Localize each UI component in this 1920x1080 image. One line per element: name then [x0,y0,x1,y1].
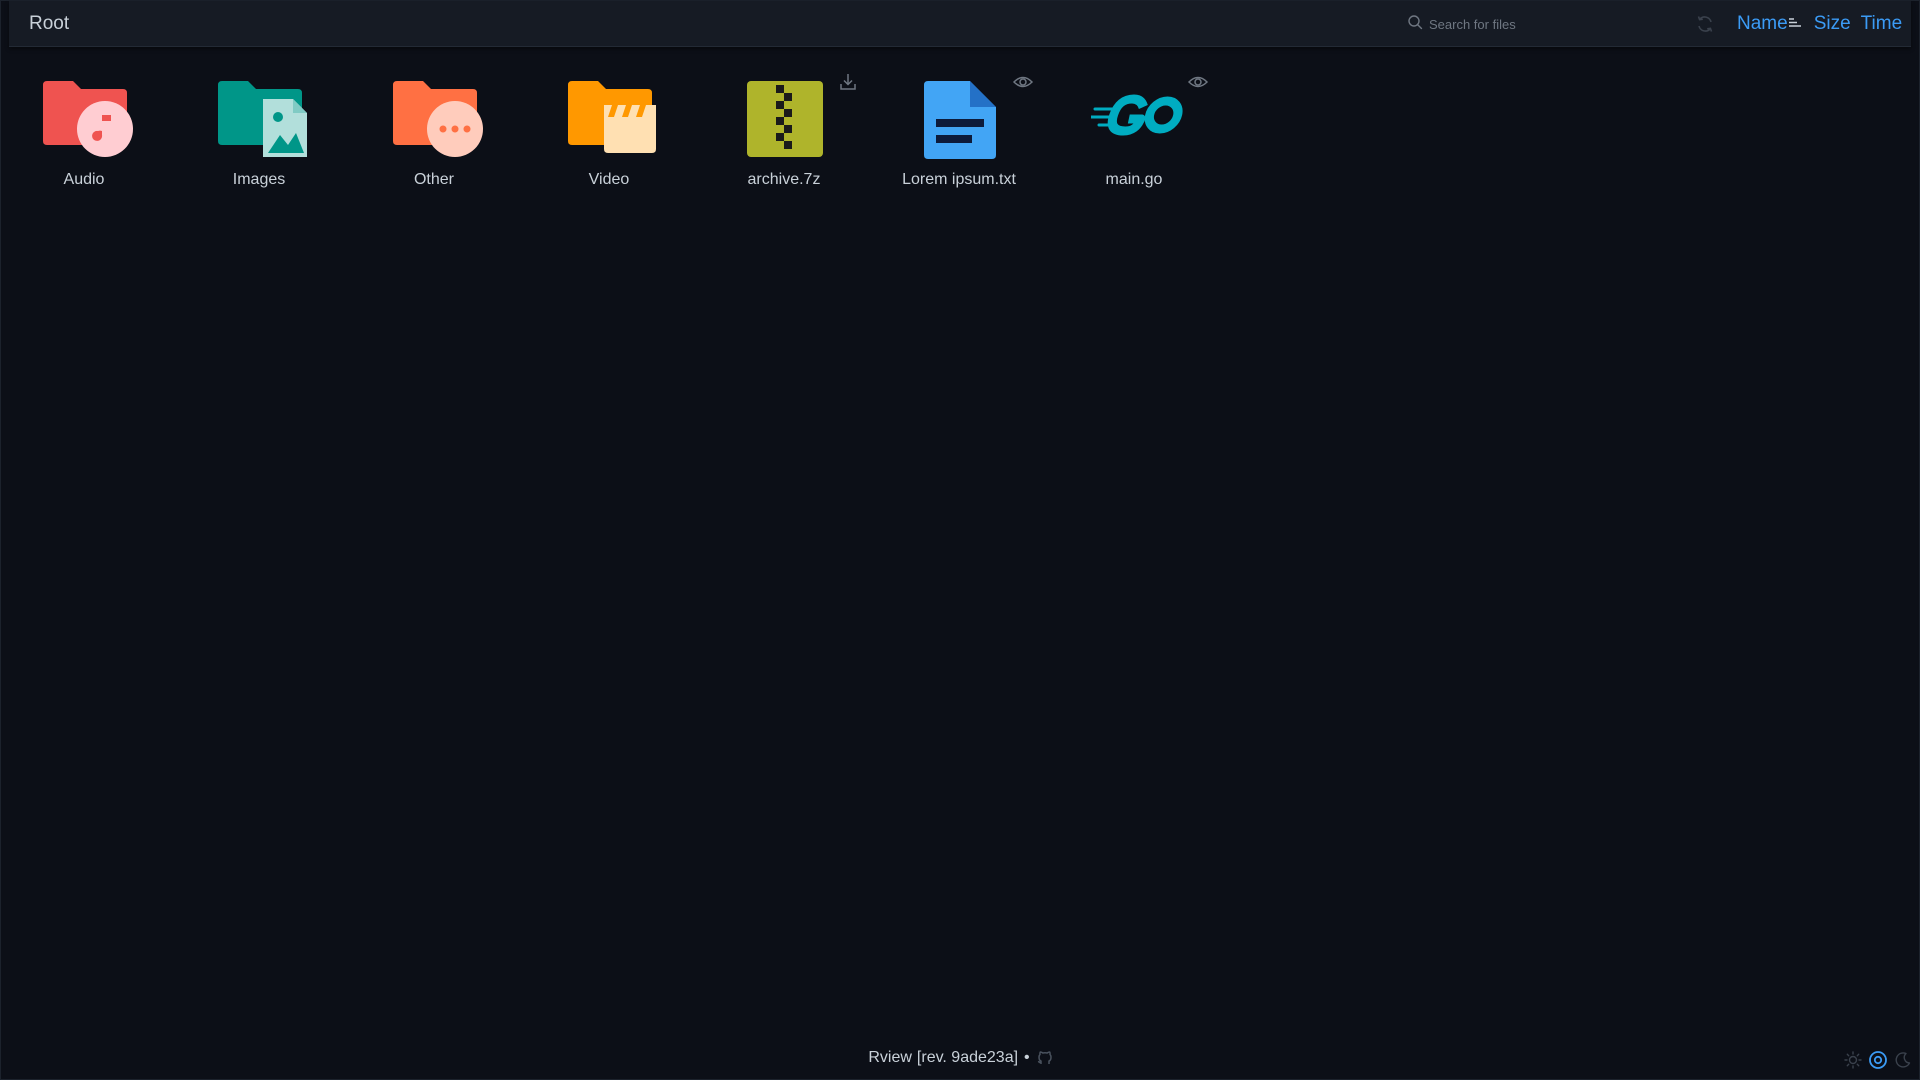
file-label: archive.7z [747,171,821,188]
preview-eye-icon[interactable] [1012,71,1034,93]
go-file-icon [1089,71,1187,167]
app-name: Rview [868,1049,912,1066]
file-browser-page: Root Name [0,0,1920,1080]
folder-label: Audio [63,171,105,188]
file-grid: Audio Images Other Video archive.7z Lore… [1,1,1919,1079]
file-item-main-go[interactable]: main.go [1051,71,1221,201]
auto-theme-icon[interactable] [1867,1049,1889,1071]
folder-label: Video [588,171,630,188]
light-theme-icon[interactable] [1842,1049,1864,1071]
folder-other-icon [391,71,487,167]
theme-switcher [1839,1049,1914,1071]
preview-eye-icon[interactable] [1187,71,1209,93]
download-icon[interactable] [837,71,859,93]
github-icon[interactable] [1036,1049,1054,1067]
text-file-icon [916,71,1012,167]
dark-theme-icon[interactable] [1892,1049,1914,1071]
revision-label: [rev. 9ade23a] [916,1049,1019,1066]
folder-item-audio[interactable]: Audio [1,71,171,201]
footer-separator: • [1024,1049,1030,1066]
file-item-archive[interactable]: archive.7z [701,71,871,201]
footer: Rview [rev. 9ade23a] • [1,1049,1920,1067]
file-item-lorem-ipsum[interactable]: Lorem ipsum.txt [876,71,1046,201]
folder-audio-icon [41,71,137,167]
folder-video-icon [566,71,662,167]
file-label: main.go [1105,171,1163,188]
folder-label: Other [413,171,454,188]
folder-item-images[interactable]: Images [176,71,346,201]
folder-label: Images [232,171,286,188]
zip-file-icon [741,71,837,167]
folder-images-icon [216,71,312,167]
folder-item-video[interactable]: Video [526,71,696,201]
folder-item-other[interactable]: Other [351,71,521,201]
file-label: Lorem ipsum.txt [902,171,1016,188]
